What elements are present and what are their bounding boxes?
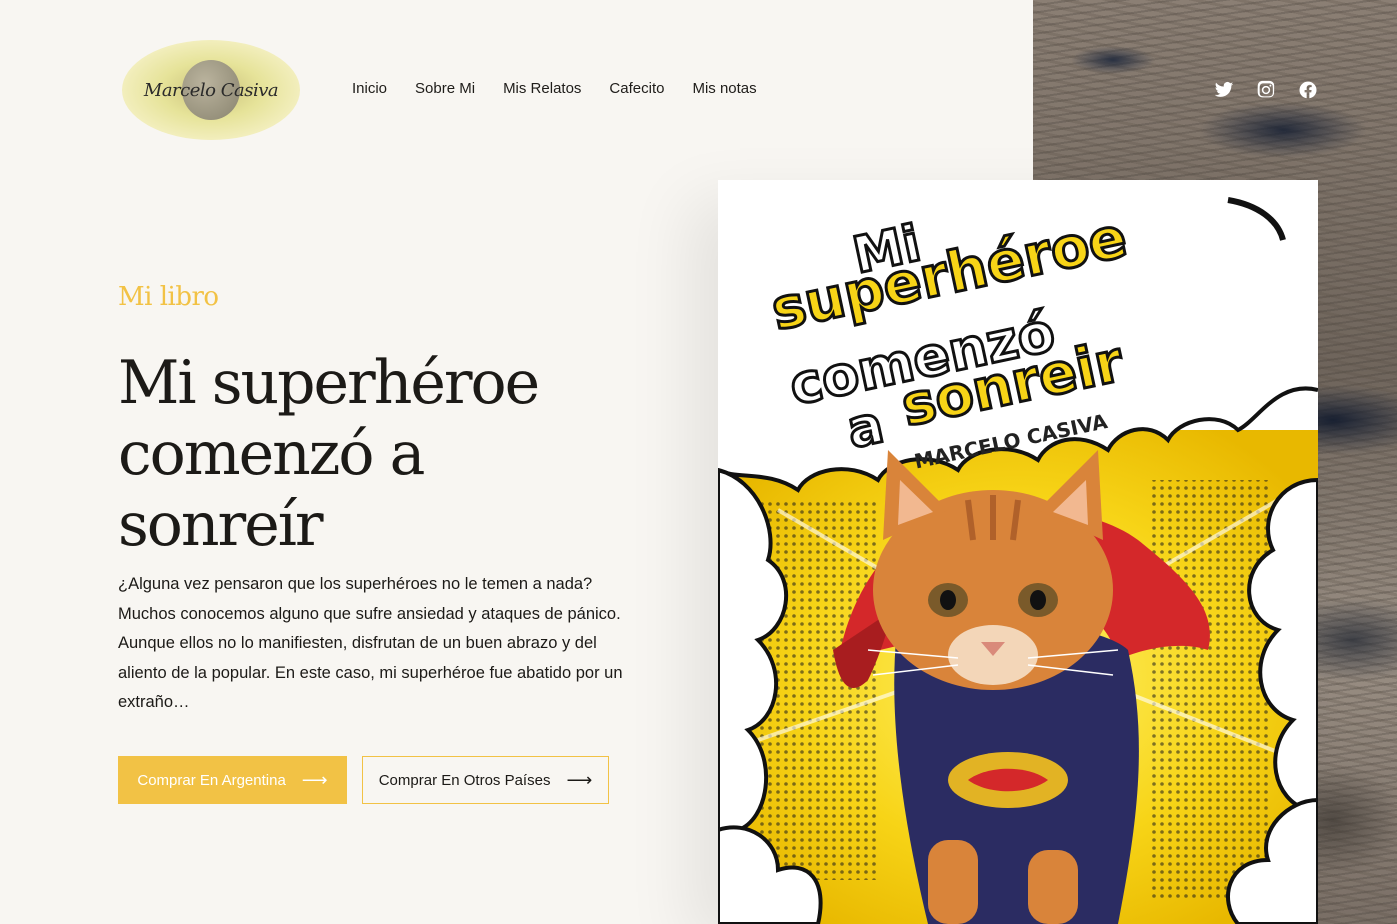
book-title: Mi superhéroe comenzó a sonreír bbox=[118, 348, 638, 561]
page: Marcelo Casiva Inicio Sobre Mi Mis Relat… bbox=[0, 0, 1397, 924]
nav-item-cafecito[interactable]: Cafecito bbox=[609, 80, 664, 97]
arrow-right-icon: ⟶ bbox=[566, 770, 593, 790]
buy-other-countries-label: Comprar En Otros Países bbox=[378, 771, 551, 789]
nav-item-sobre-mi[interactable]: Sobre Mi bbox=[415, 80, 475, 97]
logo-text: Marcelo Casiva bbox=[143, 79, 279, 101]
book-description: ¿Alguna vez pensaron que los superhéroes… bbox=[118, 575, 623, 711]
book-cover-image: Mi superhéroe comenzó a sonreir MARCELO … bbox=[718, 180, 1318, 924]
nav-item-mis-notas[interactable]: Mis notas bbox=[692, 80, 756, 97]
buy-argentina-label: Comprar En Argentina bbox=[137, 771, 286, 789]
site-logo[interactable]: Marcelo Casiva bbox=[122, 40, 300, 140]
main-nav: Inicio Sobre Mi Mis Relatos Cafecito Mis… bbox=[352, 80, 757, 97]
arrow-right-icon: ⟶ bbox=[301, 770, 328, 790]
facebook-icon[interactable] bbox=[1298, 80, 1318, 100]
nav-item-mis-relatos[interactable]: Mis Relatos bbox=[503, 80, 581, 97]
book-title-line-1: Mi superhéroe bbox=[118, 348, 540, 418]
nav-item-inicio[interactable]: Inicio bbox=[352, 80, 387, 97]
book-title-line-2: comenzó a bbox=[118, 419, 425, 489]
buy-other-countries-button[interactable]: Comprar En Otros Países ⟶ bbox=[362, 756, 609, 804]
buy-argentina-button[interactable]: Comprar En Argentina ⟶ bbox=[118, 756, 347, 804]
section-kicker: Mi libro bbox=[118, 282, 219, 312]
instagram-icon[interactable] bbox=[1256, 80, 1276, 100]
book-title-line-3: sonreír bbox=[118, 490, 324, 560]
social-links bbox=[1214, 80, 1318, 100]
twitter-icon[interactable] bbox=[1214, 80, 1234, 100]
